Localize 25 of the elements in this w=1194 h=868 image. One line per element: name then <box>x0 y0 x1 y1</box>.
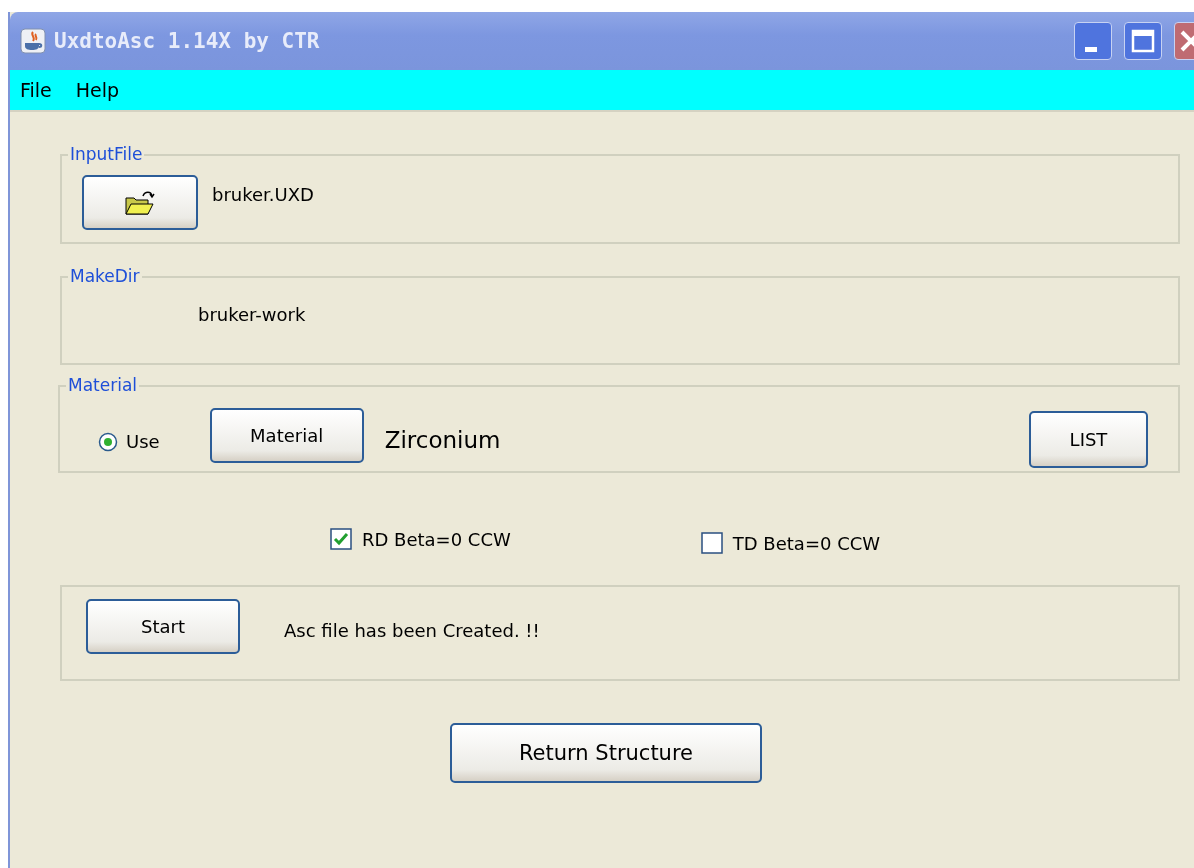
directory-name: bruker-work <box>198 304 306 325</box>
return-structure-button[interactable]: Return Structure <box>450 723 762 783</box>
maximize-icon <box>1130 28 1156 54</box>
group-label: InputFile <box>68 144 145 164</box>
minimize-icon <box>1085 46 1097 52</box>
coffee-cup-icon <box>20 28 46 54</box>
menu-item[interactable]: File <box>12 79 60 101</box>
option-checkbox-row[interactable]: RD Beta=0 CCW <box>330 528 511 550</box>
menu-item[interactable]: Help <box>67 79 128 101</box>
radio-button[interactable] <box>98 431 118 452</box>
open-file-button[interactable] <box>82 175 198 230</box>
window-title: UxdtoAsc 1.14X by CTR <box>54 29 321 53</box>
status-message: Asc file has been Created. !! <box>284 620 540 641</box>
use-radio[interactable]: Use <box>98 431 160 452</box>
checkbox[interactable] <box>700 532 723 554</box>
start-button[interactable]: Start <box>86 599 240 654</box>
open-folder-icon <box>123 189 157 216</box>
option-checkbox-row[interactable]: TD Beta=0 CCW <box>700 532 881 554</box>
checkbox[interactable] <box>330 528 352 550</box>
maximize-button[interactable] <box>1124 22 1162 60</box>
file-name: bruker.UXD <box>212 184 314 205</box>
list-button[interactable]: LIST <box>1029 411 1148 468</box>
material-button[interactable]: Material <box>209 408 364 463</box>
material-name: Zirconium <box>384 426 501 453</box>
minimize-button[interactable] <box>1074 22 1112 60</box>
